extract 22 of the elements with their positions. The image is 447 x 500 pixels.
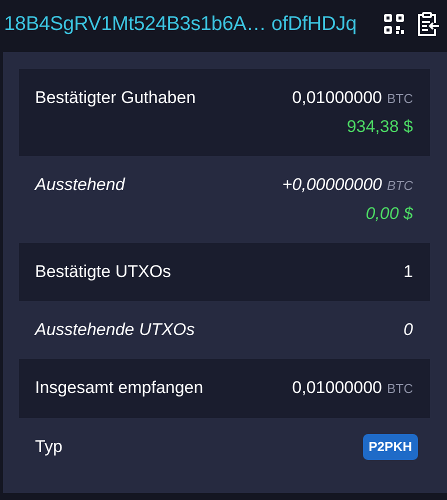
currency-unit: BTC — [387, 381, 413, 396]
field-label: Insgesamt empfangen — [35, 378, 204, 398]
fiat-value: 934,38 $ — [346, 117, 413, 137]
currency-unit: BTC — [387, 178, 413, 193]
count-value: 0 — [404, 320, 413, 340]
field-label: Bestätigter Guthaben — [35, 88, 196, 108]
count-value: 1 — [404, 262, 413, 282]
amount-value: 0,01000000 — [292, 378, 382, 397]
currency-unit: BTC — [387, 91, 413, 106]
qr-code-icon — [383, 13, 405, 35]
field-label: Typ — [35, 437, 62, 457]
fiat-value: 0,00 $ — [366, 204, 413, 224]
clipboard-icon — [416, 11, 440, 37]
type-badge: P2PKH — [362, 434, 418, 460]
wallet-address: 18B4SgRV1Mt524B3s1b6A… ofDfHDJq — [4, 12, 358, 36]
field-label: Bestätigte UTXOs — [35, 262, 172, 282]
qr-code-button[interactable] — [381, 11, 407, 37]
amount-value: +0,00000000 — [282, 175, 382, 194]
clipboard-button[interactable] — [415, 11, 441, 37]
field-label: Ausstehend — [35, 175, 125, 195]
field-label: Ausstehende UTXOs — [35, 320, 195, 340]
amount-value: 0,01000000 — [292, 88, 382, 107]
